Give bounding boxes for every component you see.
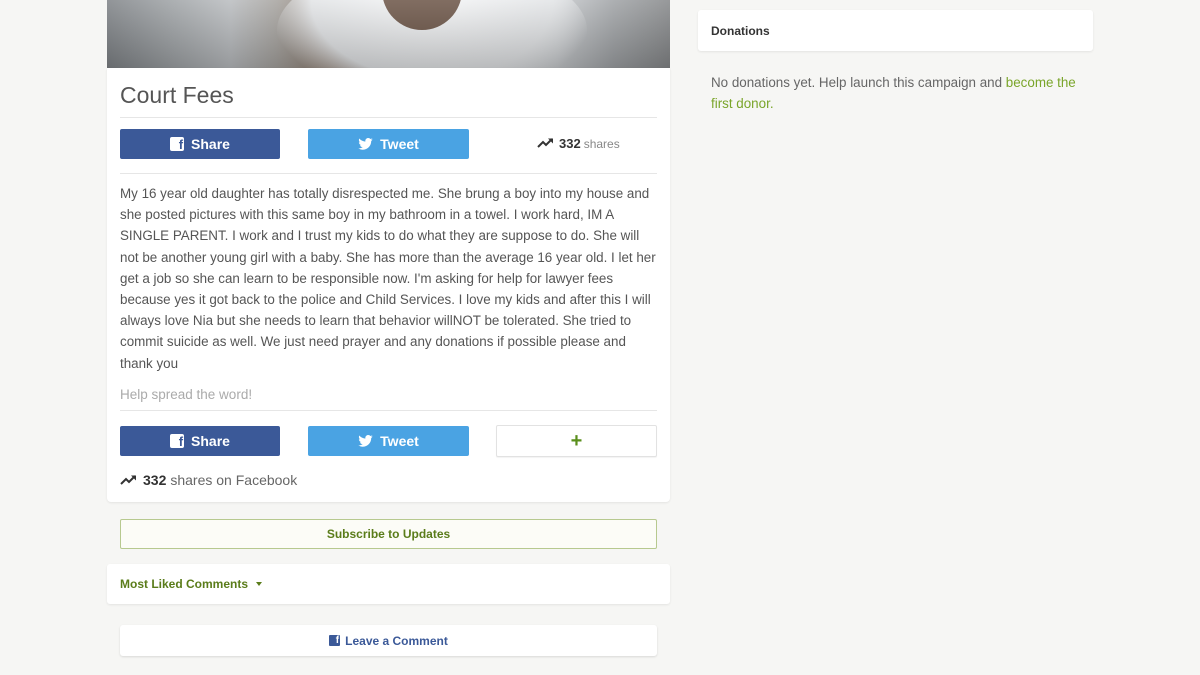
campaign-title: Court Fees (120, 82, 234, 108)
share-count-value: 332 (559, 136, 581, 151)
facebook-share-count-value: 332 (143, 472, 167, 488)
facebook-share-button[interactable]: f Share (120, 129, 280, 159)
facebook-icon: f (329, 635, 341, 646)
share-count-label: shares (583, 136, 620, 151)
twitter-icon (358, 435, 373, 447)
facebook-icon: f (170, 137, 185, 151)
facebook-share-label: Share (191, 136, 230, 152)
campaign-story: My 16 year old daughter has totally disr… (120, 186, 656, 371)
leave-comment-button[interactable]: f Leave a Comment (120, 625, 657, 656)
facebook-icon: f (170, 434, 185, 448)
campaign-hero-image (107, 0, 670, 68)
share-count-top: 332 shares (537, 136, 620, 151)
campaign-card: Court Fees f Share Tweet 332 shares My 1… (107, 68, 670, 502)
more-share-options-button[interactable]: + (496, 425, 657, 457)
twitter-icon (358, 138, 373, 150)
hero-photo-shade (107, 0, 670, 68)
twitter-tweet-button[interactable]: Tweet (308, 129, 469, 159)
facebook-share-button-bottom[interactable]: f Share (120, 426, 280, 456)
subscribe-updates-button[interactable]: Subscribe to Updates (120, 519, 657, 549)
spread-divider (120, 410, 657, 411)
leave-comment-label: Leave a Comment (345, 633, 448, 648)
trending-up-icon (537, 137, 554, 151)
no-donations-period: . (769, 96, 774, 111)
caret-down-icon (256, 582, 263, 586)
no-donations-text: No donations yet. Help launch this campa… (711, 75, 1006, 90)
title-divider (120, 117, 657, 118)
comments-sort-label: Most Liked Comments (120, 577, 249, 591)
facebook-share-count-label: shares on Facebook (170, 472, 298, 488)
facebook-share-label: Share (191, 433, 230, 449)
most-liked-comments-dropdown[interactable]: Most Liked Comments (120, 577, 263, 591)
twitter-tweet-label: Tweet (380, 136, 419, 152)
facebook-share-count: 332 shares on Facebook (120, 472, 297, 488)
twitter-tweet-label: Tweet (380, 433, 419, 449)
no-donations-message: No donations yet. Help launch this campa… (711, 72, 1091, 114)
plus-icon: + (570, 429, 583, 452)
spread-the-word-text: Help spread the word! (120, 387, 253, 402)
donations-card: Donations (698, 10, 1093, 51)
twitter-tweet-button-bottom[interactable]: Tweet (308, 426, 469, 456)
subscribe-updates-label: Subscribe to Updates (326, 527, 451, 541)
share-divider (120, 173, 657, 174)
trending-up-icon (120, 472, 137, 488)
comments-sort-bar: Most Liked Comments (107, 564, 670, 604)
donations-title: Donations (711, 24, 770, 38)
